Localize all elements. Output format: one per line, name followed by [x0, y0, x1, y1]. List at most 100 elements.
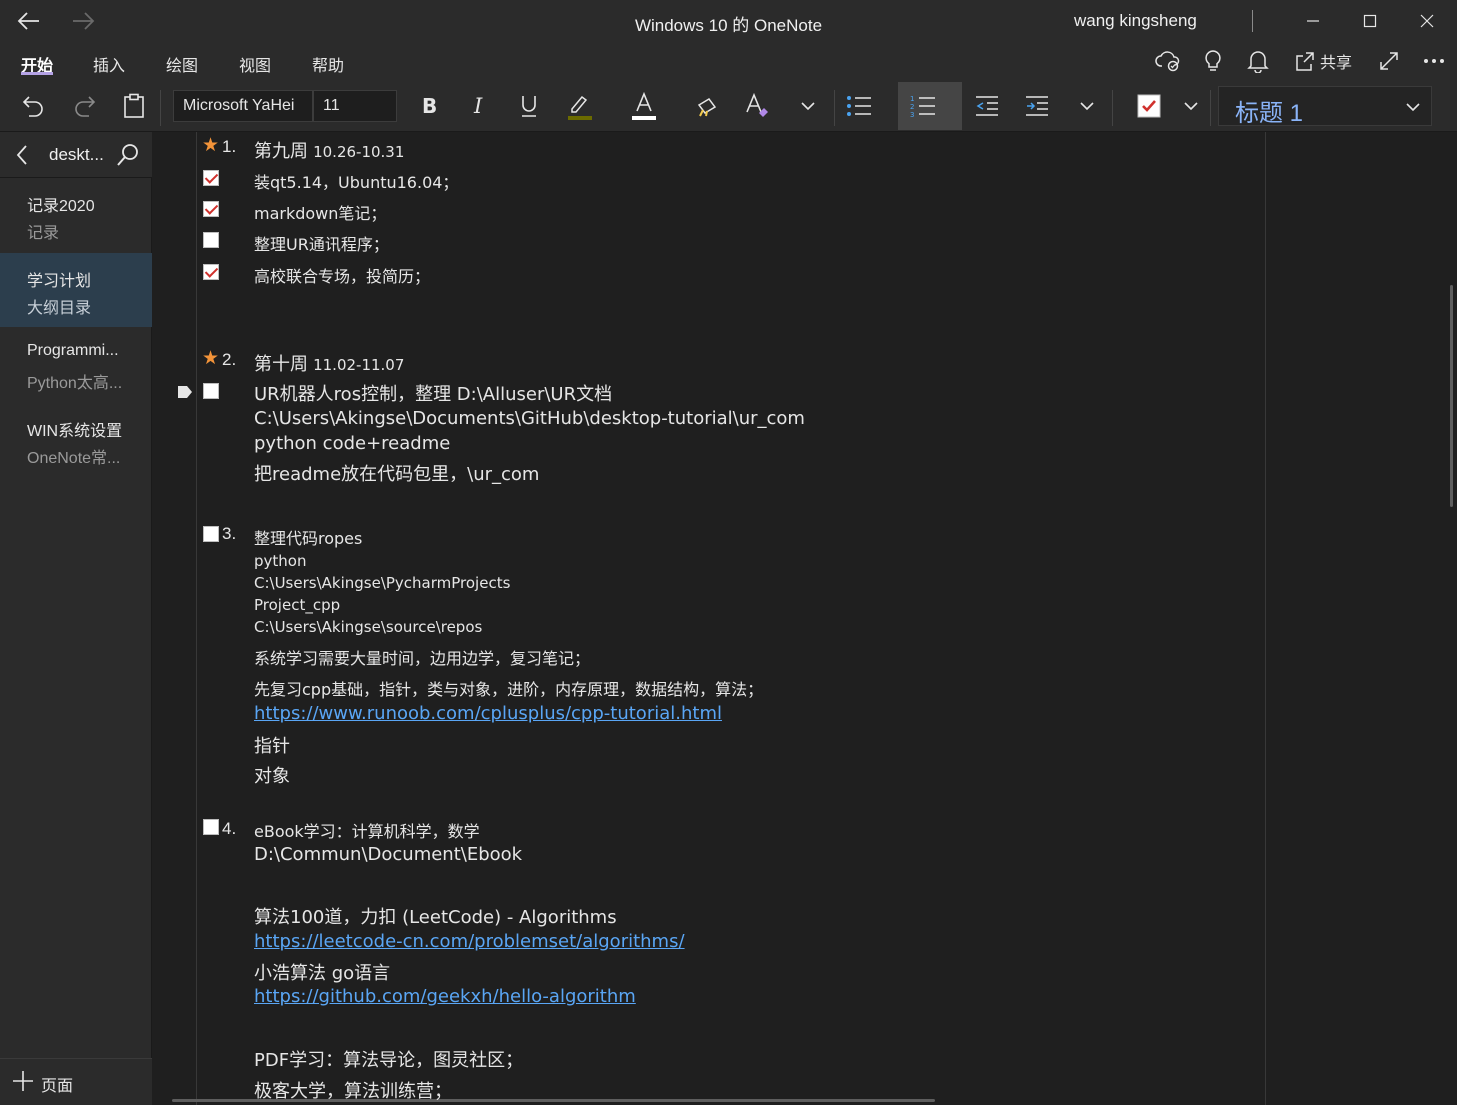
section-name[interactable]: deskt...	[49, 145, 104, 165]
todo-checkbox[interactable]	[203, 232, 219, 248]
minimize-button[interactable]	[1293, 6, 1333, 36]
italic-icon: I	[473, 95, 483, 117]
note-line-small[interactable]: Project_cpp	[254, 596, 340, 614]
underline-button[interactable]	[516, 88, 542, 124]
undo-button[interactable]	[20, 88, 48, 124]
star-tag-icon[interactable]: ★	[202, 136, 219, 155]
highlight-button[interactable]	[564, 88, 596, 124]
style-dropdown[interactable]: 标题 1	[1218, 86, 1432, 127]
note-line[interactable]: python code+readme	[254, 433, 450, 454]
task-text[interactable]: 高校联合专场，投简历；	[254, 263, 430, 287]
decrease-indent-button[interactable]	[972, 88, 1002, 124]
task-text[interactable]: 整理UR通讯程序；	[254, 231, 389, 255]
page-item-title: 学习计划	[27, 273, 92, 290]
note-line[interactable]: 极客大学，算法训练营；	[254, 1077, 452, 1103]
paragraph-more-button[interactable]	[1077, 88, 1097, 124]
todo-checkbox[interactable]	[203, 526, 219, 542]
notifications-button[interactable]	[1246, 48, 1270, 74]
more-icon	[1424, 59, 1444, 63]
note-line[interactable]: PDF学习：算法导论，图灵社区；	[254, 1046, 523, 1072]
page-item[interactable]: 记录2020 记录	[0, 179, 152, 253]
italic-button[interactable]: I	[466, 88, 492, 124]
note-line[interactable]: 把readme放在代码包里，\ur_com	[254, 460, 539, 486]
chevron-left-icon[interactable]	[15, 144, 29, 166]
tab-insert[interactable]: 插入	[93, 52, 125, 76]
item-heading[interactable]: 整理代码ropes	[254, 525, 362, 549]
svg-text:1: 1	[910, 95, 914, 103]
tags-more-button[interactable]	[1181, 88, 1201, 124]
paragraph-handle-icon[interactable]	[177, 385, 193, 399]
font-more-button[interactable]	[798, 88, 818, 124]
note-line[interactable]: D:\Commun\Document\Ebook	[254, 844, 522, 865]
add-page-button[interactable]: 页面	[41, 1072, 73, 1096]
page-item-subtitle: OneNote常...	[27, 450, 121, 467]
todo-checkbox[interactable]	[203, 170, 219, 186]
window-title: Windows 10 的 OneNote	[634, 16, 823, 35]
user-name[interactable]: wang kingsheng	[1074, 11, 1197, 31]
font-color-icon	[632, 91, 656, 120]
page-item-selected[interactable]: 学习计划 大纲目录	[0, 253, 152, 327]
leetcode-link[interactable]: https://leetcode-cn.com/problemset/algor…	[254, 931, 685, 952]
page-item[interactable]: Programmi... Python太高...	[0, 328, 152, 402]
note-line-small[interactable]: C:\Users\Akingse\PycharmProjects	[254, 574, 510, 592]
task-text[interactable]: 装qt5.14，Ubuntu16.04；	[254, 169, 458, 193]
font-color-button[interactable]	[628, 88, 660, 124]
note-line-small[interactable]: python	[254, 552, 306, 570]
vertical-scrollbar[interactable]	[1450, 285, 1453, 507]
plus-icon[interactable]	[12, 1070, 34, 1092]
title-separator	[1252, 10, 1253, 32]
note-line[interactable]: 先复习cpp基础，指针，类与对象，进阶，内存原理，数据结构，算法；	[254, 676, 763, 700]
arrow-left-icon	[17, 12, 39, 30]
format-painter-button[interactable]	[694, 88, 722, 124]
note-line[interactable]: 小浩算法 go语言	[254, 959, 390, 985]
note-line[interactable]: 系统学习需要大量时间，边用边学，复习笔记；	[254, 645, 590, 669]
redo-button[interactable]	[70, 88, 98, 124]
toolbar-separator	[1210, 90, 1211, 126]
note-line[interactable]: C:\Users\Akingse\Documents\GitHub\deskto…	[254, 408, 805, 429]
tab-help[interactable]: 帮助	[312, 52, 344, 76]
week-heading[interactable]: 第九周 10.26-10.31	[254, 137, 404, 163]
tab-draw[interactable]: 绘图	[166, 52, 198, 76]
task-text[interactable]: markdown笔记；	[254, 200, 386, 224]
numbered-list-button[interactable]: 123	[908, 88, 938, 124]
page-item-subtitle: Python太高...	[27, 375, 123, 392]
more-options-button[interactable]	[1422, 48, 1446, 74]
font-size-field[interactable]: 11	[313, 90, 397, 122]
week-heading[interactable]: 第十周 11.02-11.07	[254, 350, 404, 376]
font-name-field[interactable]: Microsoft YaHei	[173, 90, 313, 122]
fullscreen-button[interactable]	[1377, 48, 1401, 74]
todo-checkbox[interactable]	[203, 264, 219, 280]
close-button[interactable]	[1407, 6, 1447, 36]
paste-button[interactable]	[120, 88, 148, 124]
increase-indent-button[interactable]	[1022, 88, 1052, 124]
note-line[interactable]: 算法100道，力扣 (LeetCode) - Algorithms	[254, 903, 617, 929]
note-line[interactable]: 对象	[254, 762, 290, 788]
todo-checkbox[interactable]	[203, 201, 219, 217]
page-item[interactable]: WIN系统设置 OneNote常...	[0, 403, 152, 477]
forward-button[interactable]	[68, 6, 98, 36]
note-line-small[interactable]: C:\Users\Akingse\source\repos	[254, 618, 482, 636]
task-text[interactable]: UR机器人ros控制，整理 D:\Alluser\UR文档	[254, 380, 612, 406]
tell-me-button[interactable]	[1201, 48, 1225, 74]
note-line[interactable]: 指针	[254, 732, 290, 758]
sync-button[interactable]	[1155, 48, 1181, 74]
cpp-tutorial-link[interactable]: https://www.runoob.com/cplusplus/cpp-tut…	[254, 703, 722, 724]
minimize-icon	[1307, 20, 1319, 22]
maximize-button[interactable]	[1350, 6, 1390, 36]
share-icon	[1296, 52, 1314, 71]
search-icon[interactable]	[116, 142, 140, 168]
todo-checkbox[interactable]	[203, 383, 219, 399]
item-heading[interactable]: eBook学习：计算机科学，数学	[254, 818, 480, 842]
github-link[interactable]: https://github.com/geekxh/hello-algorith…	[254, 986, 636, 1007]
todo-tag-button[interactable]	[1134, 88, 1164, 124]
back-button[interactable]	[14, 6, 44, 36]
clear-format-icon	[746, 92, 768, 117]
share-button[interactable]: 共享	[1291, 48, 1355, 74]
tab-view[interactable]: 视图	[239, 52, 271, 76]
todo-checkbox[interactable]	[203, 819, 219, 835]
star-tag-icon[interactable]: ★	[202, 349, 219, 368]
bold-button[interactable]: B	[416, 88, 442, 124]
list-number: 3.	[222, 524, 237, 543]
bullet-list-button[interactable]	[844, 88, 874, 124]
clear-formatting-button[interactable]	[744, 88, 772, 124]
